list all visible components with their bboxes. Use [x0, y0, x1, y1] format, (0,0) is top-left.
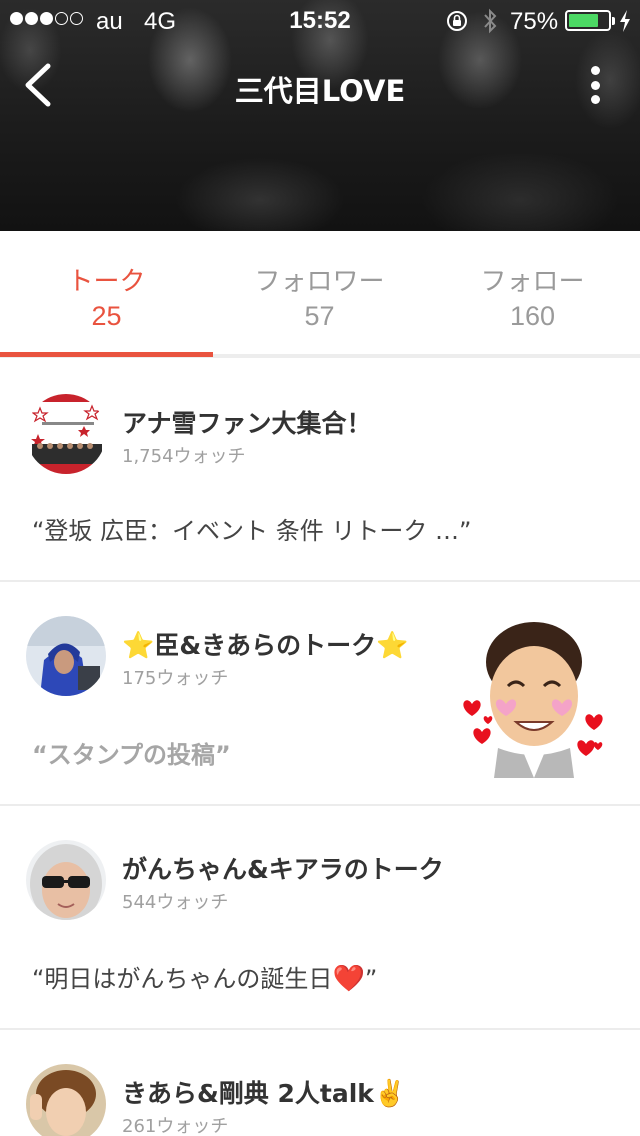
tab-followers[interactable]: フォロワー 57: [213, 231, 426, 354]
talk-title: がんちゃん&キアラのトーク: [122, 855, 444, 884]
talk-avatar: [26, 1064, 106, 1136]
talk-title: きあら&剛典 2人talk: [122, 1079, 374, 1108]
talk-latest-message: “登坂 広臣：イベント 条件 リトーク …”: [32, 517, 472, 545]
charging-icon: [620, 10, 630, 32]
talk-latest-message: “明日はがんちゃんの誕生日❤️”: [32, 959, 377, 994]
tab-following-count: 160: [509, 301, 556, 331]
battery-icon: [565, 10, 611, 31]
tab-followers-count: 57: [304, 301, 335, 331]
talk-title: アナ雪ファン大集合！: [122, 409, 372, 438]
talk-watch-count: 544ウォッチ: [122, 892, 229, 913]
tab-talk-count: 25: [91, 301, 122, 331]
header-cover-image: au 4G 15:52 75% 三代目LOVE: [0, 0, 640, 231]
back-chevron-icon[interactable]: [20, 62, 56, 108]
victory-hand-icon: ✌️: [373, 1079, 407, 1109]
talk-list-item[interactable]: アナ雪ファン大集合！ 1,754ウォッチ “登坂 広臣：イベント 条件 リトーク…: [0, 358, 640, 582]
battery-percentage: 75%: [510, 8, 559, 35]
talk-watch-count: 1,754ウォッチ: [122, 446, 246, 467]
bluetooth-icon: [484, 8, 497, 34]
tab-followers-label: フォロワー: [254, 267, 385, 297]
tab-following[interactable]: フォロー 160: [426, 231, 639, 354]
star-icon: ⭐: [122, 631, 155, 661]
talk-title-row: きあら&剛典 2人talk✌️: [122, 1074, 406, 1110]
talk-watch-count: 261ウォッチ: [122, 1116, 229, 1136]
tab-following-label: フォロー: [480, 267, 585, 297]
talk-latest-message-end: ”: [364, 965, 378, 993]
rotation-lock-icon: [447, 11, 467, 31]
talk-avatar: [26, 394, 106, 474]
tab-talk-label: トーク: [67, 267, 146, 297]
talk-avatar: [26, 840, 106, 920]
page-title: 三代目LOVE: [234, 74, 406, 108]
talk-latest-message: “スタンプの投稿”: [32, 741, 231, 769]
talk-title-row: ⭐臣&きあらのトーク⭐: [122, 626, 409, 662]
talk-list-item[interactable]: きあら&剛典 2人talk✌️ 261ウォッチ: [0, 1030, 640, 1136]
talk-list-item[interactable]: ⭐臣&きあらのトーク⭐ 175ウォッチ “スタンプの投稿”: [0, 582, 640, 806]
talk-avatar: [26, 616, 106, 696]
profile-tabs: トーク 25 フォロワー 57 フォロー 160: [0, 231, 640, 358]
talk-latest-message-text: “明日はがんちゃんの誕生日: [32, 965, 333, 993]
tab-talk[interactable]: トーク 25: [0, 231, 213, 354]
talk-list-item[interactable]: がんちゃん&キアラのトーク 544ウォッチ “明日はがんちゃんの誕生日❤️”: [0, 806, 640, 1030]
more-options-icon[interactable]: [580, 62, 610, 108]
active-tab-indicator: [0, 352, 213, 357]
star-icon: ⭐: [376, 631, 409, 661]
talk-title: 臣&きあらのトーク: [154, 631, 377, 660]
talk-watch-count: 175ウォッチ: [122, 668, 229, 689]
sticker-image: [463, 622, 603, 778]
red-heart-icon: ❤️: [332, 964, 365, 994]
status-bar: au 4G 15:52 75%: [0, 0, 640, 40]
